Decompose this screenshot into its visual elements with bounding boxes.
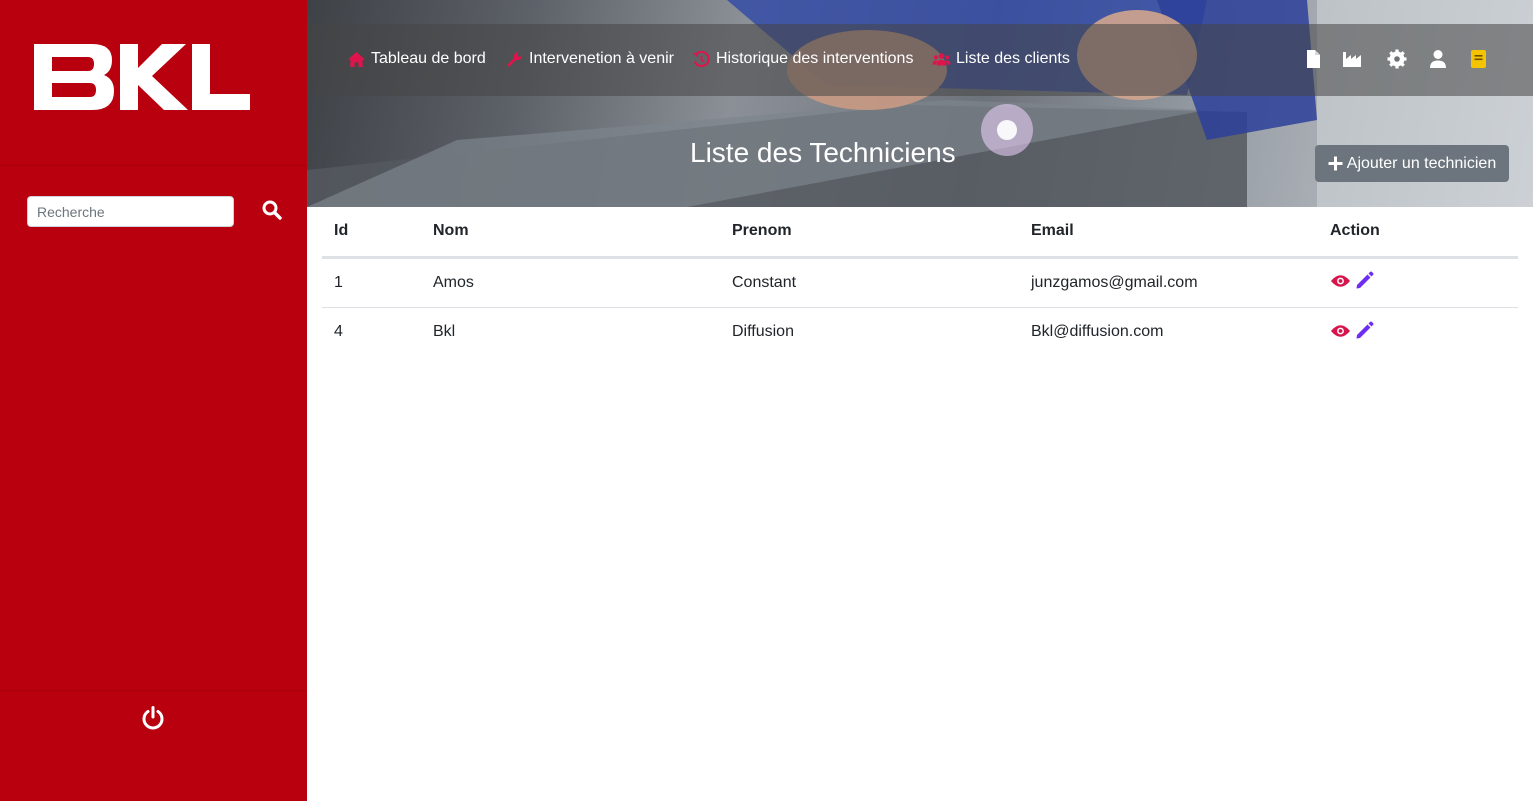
plus-icon: [1328, 156, 1343, 171]
notebook-icon[interactable]: [1468, 49, 1488, 69]
industry-icon[interactable]: [1342, 49, 1362, 69]
cell-nom: Amos: [421, 257, 720, 308]
nav-item-interventions-a-venir[interactable]: Intervenetion à venir: [505, 48, 674, 70]
bkl-logo[interactable]: [34, 44, 250, 110]
cell-action: [1318, 307, 1518, 357]
search-input[interactable]: [27, 196, 234, 227]
history-icon: [693, 50, 710, 67]
cell-id: 1: [322, 257, 421, 308]
cell-nom: Bkl: [433, 323, 456, 341]
hero-banner: Tableau de bord Intervenetion à venir Hi…: [307, 0, 1533, 207]
column-header-email: Email: [1019, 207, 1318, 259]
technicians-table: Id Nom Prenom Email Action 1 Amos Consta…: [322, 207, 1518, 357]
gear-icon[interactable]: [1387, 49, 1407, 69]
home-icon: [348, 51, 365, 67]
search-icon[interactable]: [262, 200, 282, 220]
column-header-nom: Nom: [421, 207, 720, 259]
table-row: 4 Bkl Diffusion Bkl@diffusion.com: [322, 307, 1518, 357]
cell-email: Bkl@diffusion.com: [1031, 323, 1164, 341]
wrench-icon: [506, 51, 523, 67]
nav-item-tableau-de-bord[interactable]: Tableau de bord: [347, 48, 486, 70]
column-header-prenom: Prenom: [720, 207, 1019, 259]
users-icon: [932, 52, 951, 66]
power-icon[interactable]: [140, 705, 166, 731]
cell-action: [1318, 257, 1518, 308]
table-row: 1 Amos Constant junzgamos@gmail.com: [322, 257, 1518, 308]
nav-item-label: Historique des interventions: [716, 50, 914, 67]
column-header-id: Id: [322, 207, 421, 259]
sidebar: [0, 0, 307, 801]
table-header-row: Id Nom Prenom Email Action: [322, 207, 1518, 259]
eye-icon[interactable]: [1330, 323, 1351, 339]
pencil-icon[interactable]: [1355, 271, 1374, 290]
user-icon[interactable]: [1428, 49, 1448, 69]
eye-icon[interactable]: [1330, 273, 1351, 289]
pencil-icon[interactable]: [1355, 321, 1374, 340]
cell-prenom: Constant: [720, 257, 1019, 308]
nav-item-liste-des-clients[interactable]: Liste des clients: [932, 48, 1070, 70]
column-header-action: Action: [1318, 207, 1518, 259]
cell-id: 4: [334, 323, 343, 341]
nav-item-label: Liste des clients: [956, 50, 1070, 67]
page-title: Liste des Techniciens: [690, 137, 956, 168]
cell-prenom: Diffusion: [732, 323, 794, 341]
nav-item-historique[interactable]: Historique des interventions: [692, 48, 913, 70]
nav-item-label: Tableau de bord: [371, 50, 486, 67]
add-technician-button[interactable]: Ajouter un technicien: [1315, 145, 1509, 182]
nav-item-label: Intervenetion à venir: [529, 50, 674, 67]
add-technician-label: Ajouter un technicien: [1346, 154, 1497, 172]
file-icon[interactable]: [1303, 49, 1323, 69]
cell-email: junzgamos@gmail.com: [1019, 257, 1318, 308]
